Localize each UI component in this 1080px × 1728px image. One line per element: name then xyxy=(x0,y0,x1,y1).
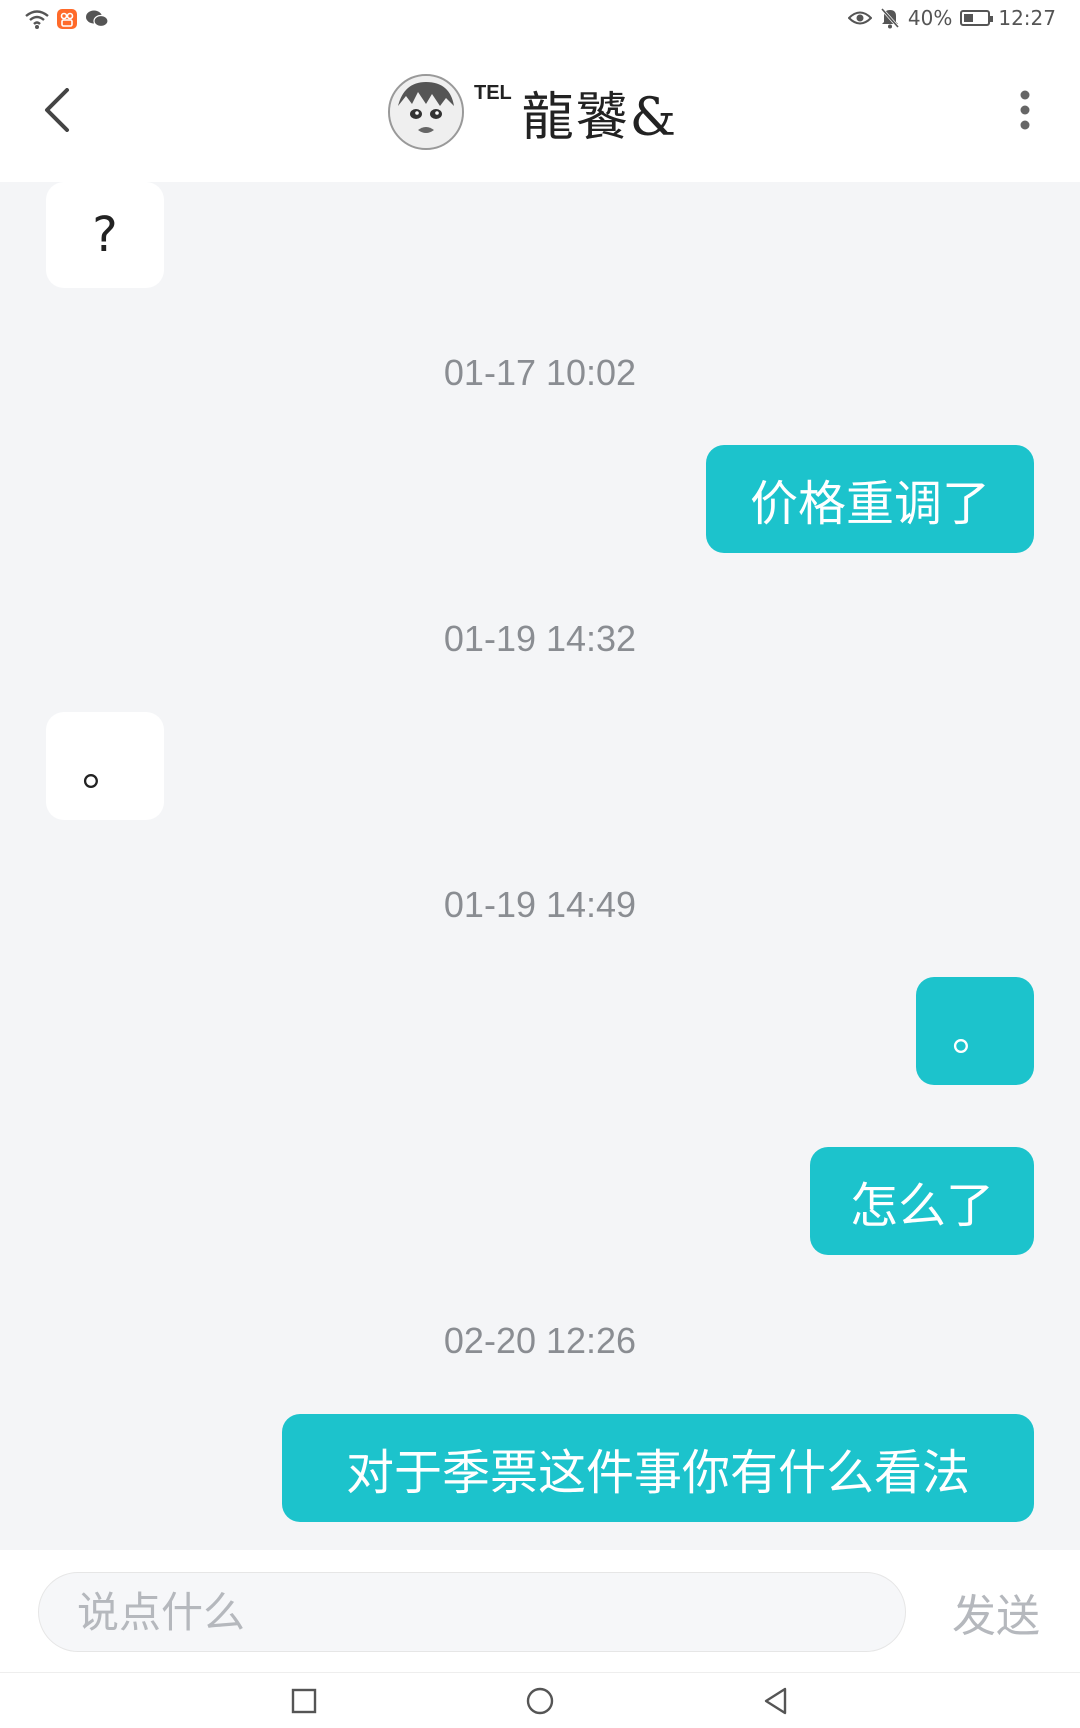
circle-icon xyxy=(526,1687,554,1715)
message-timestamp: 01-19 14:49 xyxy=(443,884,637,925)
message-bubble-outgoing[interactable]: 。 xyxy=(916,977,1034,1085)
app-notification-icon xyxy=(57,9,77,29)
clock: 12:27 xyxy=(998,6,1056,30)
message-timestamp: 02-20 12:26 xyxy=(443,1320,637,1361)
back-nav-button[interactable] xyxy=(754,1679,798,1723)
send-button[interactable]: 发送 xyxy=(952,1572,1040,1652)
wifi-icon xyxy=(25,10,49,29)
page-title: 龍饕& xyxy=(521,87,679,148)
avatar[interactable] xyxy=(388,74,464,150)
recent-apps-button[interactable] xyxy=(282,1679,326,1723)
back-button[interactable] xyxy=(32,80,82,140)
more-options-button[interactable] xyxy=(1010,80,1040,140)
eye-icon xyxy=(847,11,872,25)
mute-icon xyxy=(880,8,900,29)
square-icon xyxy=(291,1688,317,1714)
status-icons-right: 40% 12:27 xyxy=(847,6,1056,30)
message-input[interactable] xyxy=(38,1572,906,1652)
status-bar: 40% 12:27 xyxy=(0,0,1080,40)
message-bubble-outgoing[interactable]: 怎么了 xyxy=(810,1147,1034,1255)
battery-level xyxy=(964,14,974,22)
message-bubble-incoming[interactable]: 。 xyxy=(46,712,164,820)
message-list[interactable]: ? 01-17 10:02 价格重调了 01-19 14:32 。 01-19 … xyxy=(0,182,1080,1550)
chevron-left-icon xyxy=(45,88,69,132)
more-vertical-icon xyxy=(1020,90,1030,130)
message-bubble-incoming[interactable]: ? xyxy=(46,182,164,288)
message-bubble-outgoing[interactable]: 价格重调了 xyxy=(706,445,1034,553)
status-icons-left xyxy=(24,8,110,30)
message-bubble-outgoing[interactable]: 对于季票这件事你有什么看法 xyxy=(282,1414,1034,1522)
message-timestamp: 01-17 10:02 xyxy=(443,352,637,393)
wechat-icon xyxy=(86,10,109,28)
message-composer: 发送 xyxy=(0,1550,1080,1672)
message-timestamp: 01-19 14:32 xyxy=(443,618,637,659)
triangle-back-icon xyxy=(764,1687,787,1715)
chat-header: TEL 龍饕& xyxy=(0,40,1080,182)
system-nav-bar xyxy=(0,1672,1080,1728)
chat-partner[interactable]: TEL 龍饕& xyxy=(388,72,678,152)
avatar-face-icon xyxy=(390,76,462,148)
title-prefix: TEL xyxy=(474,82,512,104)
battery-icon xyxy=(960,10,994,26)
home-button[interactable] xyxy=(518,1679,562,1723)
battery-percent: 40% xyxy=(907,6,953,30)
